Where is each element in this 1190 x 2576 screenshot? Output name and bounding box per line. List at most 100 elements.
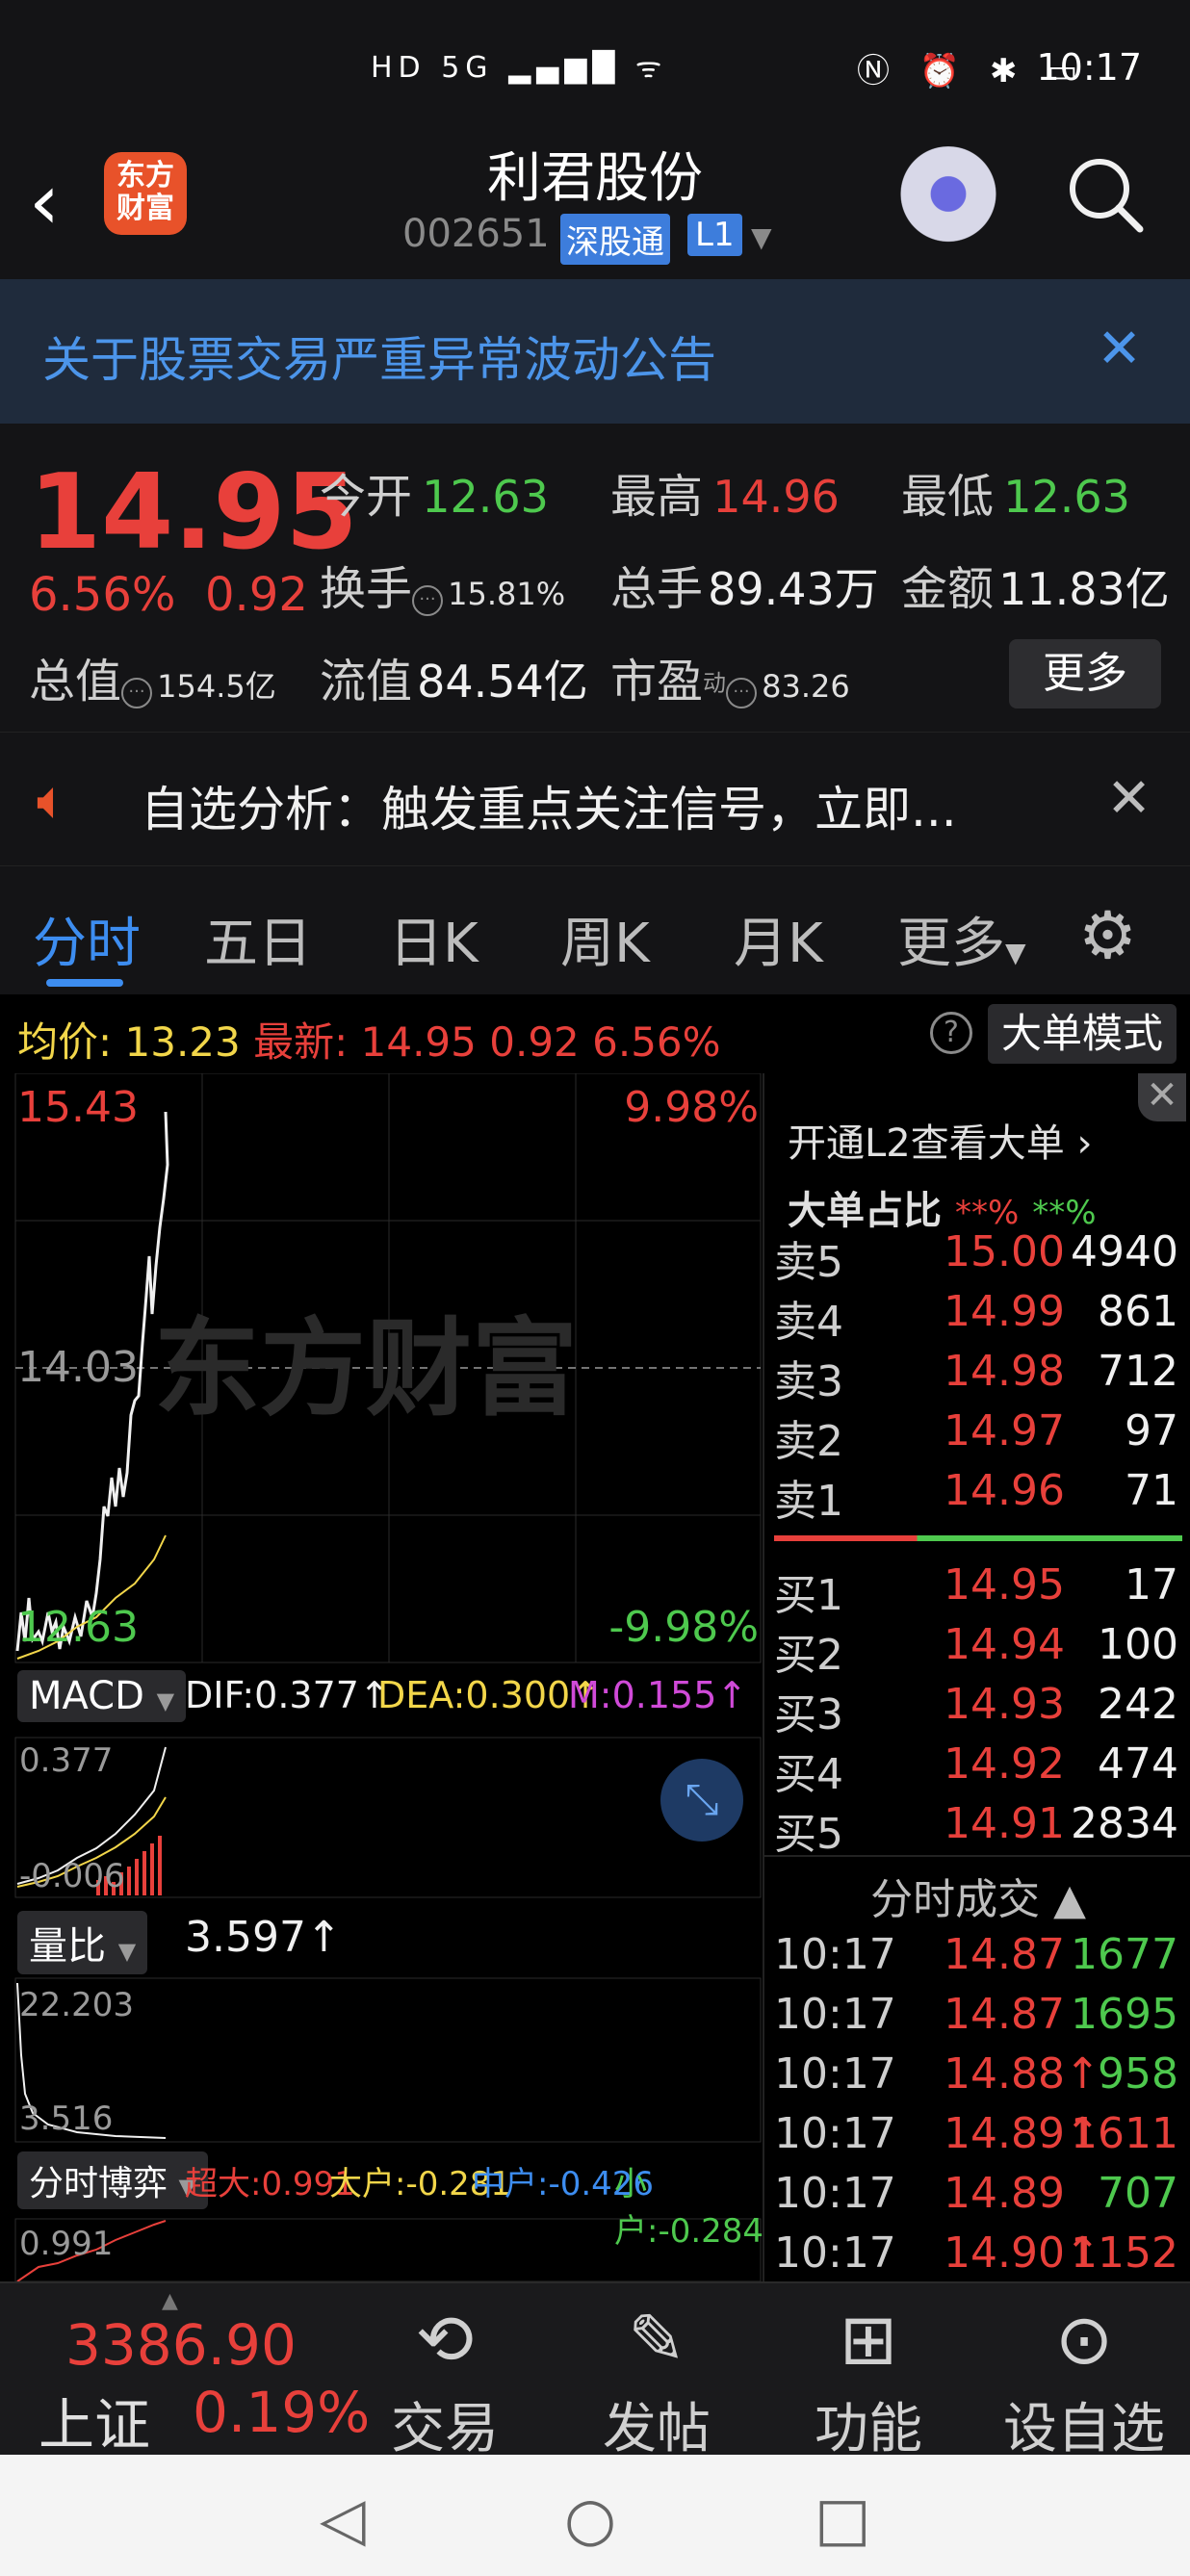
- change-amount: 0.92: [205, 568, 308, 622]
- amount: 金额 11.83亿: [901, 562, 1170, 616]
- high-price: 最高 14.96: [610, 470, 840, 524]
- ask-row[interactable]: 卖5 15.00 4940: [764, 1227, 1190, 1287]
- float-value: 流值 84.54亿: [320, 655, 588, 708]
- bid-row[interactable]: 买2 14.94 100: [764, 1620, 1190, 1680]
- recents-square-icon[interactable]: □: [815, 2484, 871, 2554]
- open-price: 今开 12.63: [320, 470, 549, 524]
- tick-row: 10:17 14.89↑ 1611: [774, 2109, 1178, 2158]
- macd-selector[interactable]: MACD ▼: [17, 1670, 187, 1722]
- bid-ask-ratio-bar: [774, 1535, 1182, 1541]
- quote-panel: 14.95 6.56% 0.92 总值 ··· 154.5亿 今开 12.63 最…: [0, 424, 1190, 722]
- index-value[interactable]: 3386.90: [65, 2312, 297, 2378]
- close-icon[interactable]: ✕: [1138, 1073, 1186, 1121]
- open-l2-link[interactable]: 开通L2查看大单 ›: [788, 1112, 1092, 1168]
- index-pct[interactable]: 0.19%: [193, 2380, 370, 2445]
- analysis-text[interactable]: 自选分析：触发重点关注信号，立即...: [141, 771, 957, 840]
- system-nav-bar: ◁ ○ □: [0, 2455, 1190, 2576]
- close-icon[interactable]: ✕: [1097, 318, 1142, 380]
- active-tab-indicator: [46, 979, 123, 987]
- nav-add-watchlist[interactable]: ⊙ 设自选: [997, 2293, 1171, 2463]
- close-icon[interactable]: ✕: [1106, 767, 1151, 830]
- axis-bottom-pct: -9.98%: [608, 1603, 759, 1652]
- avg-price: 13.23: [124, 1018, 241, 1066]
- change-pct: 6.56%: [29, 568, 176, 622]
- clock: 10:17: [1036, 46, 1142, 89]
- bid-row[interactable]: 买3 14.93 242: [764, 1680, 1190, 1739]
- nav-trade[interactable]: ⟲ 交易: [358, 2293, 531, 2463]
- intraday-chart[interactable]: 东方财富 15.43 9.98% 14.03 12.63 -9.98% MACD…: [0, 1073, 763, 2281]
- bottom-nav: ▲ 3386.90 上证 0.19% ⟲ 交易 ✎ 发帖 ⊞ 功能 ⊙ 设自选: [0, 2281, 1190, 2460]
- axis-top-pct: 9.98%: [624, 1083, 759, 1132]
- tick-trades-header[interactable]: 分时成交 ▲: [764, 1855, 1190, 1926]
- tick-row: 10:17 14.89 707: [774, 2169, 1178, 2218]
- avg-label: 均价:: [17, 1018, 113, 1066]
- tab-daily-k[interactable]: 日K: [389, 900, 479, 978]
- assistant-avatar-icon[interactable]: [895, 146, 1001, 252]
- watermark: 东方财富: [154, 1307, 578, 1430]
- tab-weekly-k[interactable]: 周K: [560, 900, 650, 978]
- grid-icon: ⊞: [839, 2299, 898, 2380]
- yen-exchange-icon: ⟲: [415, 2299, 475, 2380]
- tab-more[interactable]: 更多▼: [897, 900, 1026, 978]
- caret-down-icon[interactable]: ▼: [751, 221, 772, 253]
- caret-up-icon[interactable]: ▲: [162, 2289, 178, 2313]
- order-book: ✕ 开通L2查看大单 › 大单占比 **% **% 卖5 15.00 4940 卖4…: [763, 1073, 1190, 2281]
- more-button[interactable]: 更多: [1009, 639, 1161, 708]
- tab-monthly-k[interactable]: 月K: [734, 900, 823, 978]
- announcement-text[interactable]: 关于股票交易严重异常波动公告: [42, 322, 716, 391]
- home-circle-icon[interactable]: ○: [564, 2484, 616, 2554]
- info-icon[interactable]: ···: [726, 677, 758, 708]
- back-triangle-icon[interactable]: ◁: [320, 2484, 366, 2554]
- axis-top-price: 15.43: [17, 1083, 139, 1132]
- level-tag[interactable]: L1: [687, 214, 742, 256]
- analysis-banner[interactable]: 🔈︎ 自选分析：触发重点关注信号，立即... ✕: [0, 732, 1190, 866]
- latest-label: 最新:: [253, 1018, 349, 1066]
- ask-row[interactable]: 卖2 14.97 97: [764, 1406, 1190, 1466]
- pe-ratio: 市盈动 ··· 83.26: [610, 655, 850, 708]
- macd-top: 0.377: [19, 1741, 114, 1780]
- nav-functions[interactable]: ⊞ 功能: [782, 2293, 955, 2463]
- edit-icon: ✎: [627, 2299, 686, 2380]
- stock-code: 002651: [402, 212, 550, 256]
- ask-row[interactable]: 卖3 14.98 712: [764, 1347, 1190, 1406]
- index-name[interactable]: 上证: [39, 2380, 150, 2460]
- caret-down-icon: ▼: [1005, 937, 1026, 968]
- volume-ratio-selector[interactable]: 量比 ▼: [17, 1911, 148, 1974]
- macd-bottom: -0.006: [19, 1857, 125, 1895]
- axis-mid-price: 14.03: [17, 1343, 139, 1392]
- ask-row[interactable]: 卖1 14.96 71: [764, 1466, 1190, 1526]
- info-icon[interactable]: ···: [121, 677, 153, 708]
- current-price: 14.95: [29, 452, 358, 573]
- tick-row: 10:17 14.90↑ 1152: [774, 2228, 1178, 2278]
- ask-row[interactable]: 卖4 14.99 861: [764, 1287, 1190, 1347]
- turnover: 换手 ··· 15.81%: [320, 562, 566, 616]
- speaker-icon: 🔈︎: [37, 769, 69, 832]
- announcement-banner[interactable]: 关于股票交易严重异常波动公告 ✕: [0, 279, 1190, 424]
- volume-ratio-bottom: 3.516: [19, 2099, 114, 2138]
- info-icon[interactable]: ···: [412, 584, 444, 616]
- more-dots-icon: ⊙: [1054, 2299, 1114, 2380]
- connect-tag: 深股通: [560, 214, 670, 265]
- game-top: 0.991: [19, 2225, 114, 2263]
- tick-row: 10:17 14.87 1677: [774, 1930, 1178, 1979]
- stock-name: 利君股份: [487, 147, 703, 210]
- gear-icon[interactable]: ⚙: [1078, 898, 1137, 974]
- volume-ratio-value: 3.597↑: [185, 1913, 342, 1962]
- signal-icons: HD 5G ▂▄▆█ ᯤ: [371, 51, 668, 85]
- big-order-mode-button[interactable]: 大单模式: [988, 1004, 1177, 1064]
- game-selector[interactable]: 分时博弈 ▼: [17, 2151, 208, 2209]
- search-icon[interactable]: [1065, 154, 1144, 233]
- help-icon[interactable]: ?: [930, 1012, 972, 1054]
- expand-icon[interactable]: ⤡: [660, 1759, 743, 1842]
- nav-post[interactable]: ✎ 发帖: [570, 2293, 743, 2463]
- axis-bottom-price: 12.63: [17, 1603, 139, 1652]
- tab-five-day[interactable]: 五日: [204, 900, 312, 978]
- bid-row[interactable]: 买5 14.91 2834: [764, 1799, 1190, 1859]
- macd-dif: DIF:0.377↑: [185, 1674, 390, 1716]
- bid-row[interactable]: 买4 14.92 474: [764, 1739, 1190, 1799]
- tab-intraday[interactable]: 分时: [33, 900, 141, 978]
- market-cap: 总值 ··· 154.5亿: [29, 655, 276, 708]
- chart-tabs: 分时 五日 日K 周K 月K 更多▼ ⚙: [0, 871, 1190, 996]
- tick-row: 10:17 14.88↑ 958: [774, 2049, 1178, 2099]
- bid-row[interactable]: 买1 14.95 17: [764, 1560, 1190, 1620]
